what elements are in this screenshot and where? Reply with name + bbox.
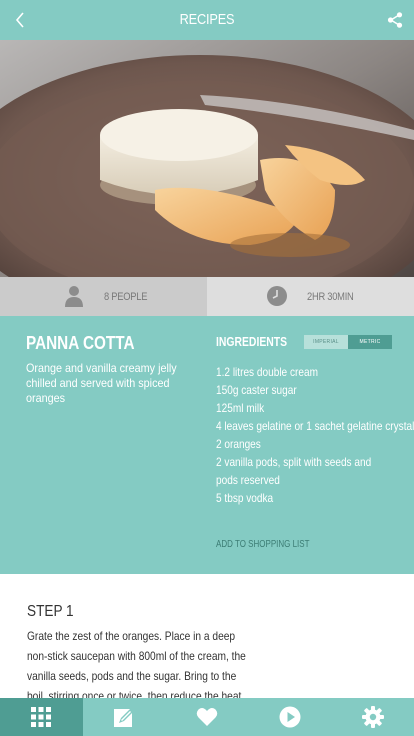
metric-option[interactable]: METRIC bbox=[348, 335, 392, 349]
page-title: RECIPES bbox=[179, 11, 235, 28]
step-text: Grate the zest of the oranges. Place in … bbox=[27, 629, 246, 698]
time-label: 2HR 30MIN bbox=[307, 290, 354, 303]
grid-icon bbox=[31, 707, 52, 727]
top-bar: RECIPES bbox=[0, 0, 414, 40]
edit-icon bbox=[114, 708, 135, 727]
ingredient-item: 2 vanilla pods, split with seeds and pod… bbox=[216, 455, 372, 487]
ingredient-item: 150g caster sugar bbox=[216, 383, 297, 397]
nav-settings-button[interactable] bbox=[331, 698, 414, 736]
info-bar: 8 PEOPLE 2HR 30MIN bbox=[0, 277, 414, 316]
servings-cell: 8 PEOPLE bbox=[0, 277, 207, 316]
method-step: STEP 1 Grate the zest of the oranges. Pl… bbox=[0, 574, 414, 698]
heart-icon bbox=[196, 708, 218, 726]
servings-label: 8 PEOPLE bbox=[104, 290, 148, 303]
unit-toggle[interactable]: IMPERIAL METRIC bbox=[304, 335, 392, 349]
person-icon bbox=[65, 286, 83, 307]
imperial-option[interactable]: IMPERIAL bbox=[304, 335, 348, 349]
nav-favourites-button[interactable] bbox=[166, 698, 249, 736]
ingredient-item: 2 oranges bbox=[216, 437, 261, 451]
share-icon bbox=[387, 12, 403, 28]
ingredient-item: 4 leaves gelatine or 1 sachet gelatine c… bbox=[216, 419, 414, 433]
bottom-nav bbox=[0, 698, 414, 736]
recipe-details: PANNA COTTA Orange and vanilla creamy je… bbox=[0, 316, 414, 574]
nav-play-button[interactable] bbox=[248, 698, 331, 736]
play-icon bbox=[279, 706, 301, 728]
clock-icon bbox=[267, 286, 287, 306]
step-title: STEP 1 bbox=[27, 603, 74, 620]
time-cell: 2HR 30MIN bbox=[207, 277, 414, 316]
ingredient-item: 5 tbsp vodka bbox=[216, 491, 274, 505]
add-to-shopping-list-link[interactable]: ADD TO SHOPPING LIST bbox=[216, 539, 310, 550]
recipe-title: PANNA COTTA bbox=[26, 333, 135, 353]
ingredient-item: 125ml milk bbox=[216, 401, 265, 415]
nav-grid-button[interactable] bbox=[0, 698, 83, 736]
ingredient-item: 1.2 litres double cream bbox=[216, 365, 318, 379]
recipe-description: Orange and vanilla creamy jelly chilled … bbox=[26, 361, 177, 405]
settings-icon bbox=[361, 706, 384, 728]
back-button[interactable] bbox=[10, 9, 30, 31]
share-button[interactable] bbox=[386, 11, 404, 29]
recipe-photo bbox=[0, 40, 414, 277]
nav-edit-button[interactable] bbox=[83, 698, 166, 736]
chevron-left-icon bbox=[15, 12, 24, 28]
ingredients-heading: INGREDIENTS bbox=[216, 334, 288, 349]
ingredients-list: 1.2 litres double cream 150g caster suga… bbox=[216, 363, 414, 507]
